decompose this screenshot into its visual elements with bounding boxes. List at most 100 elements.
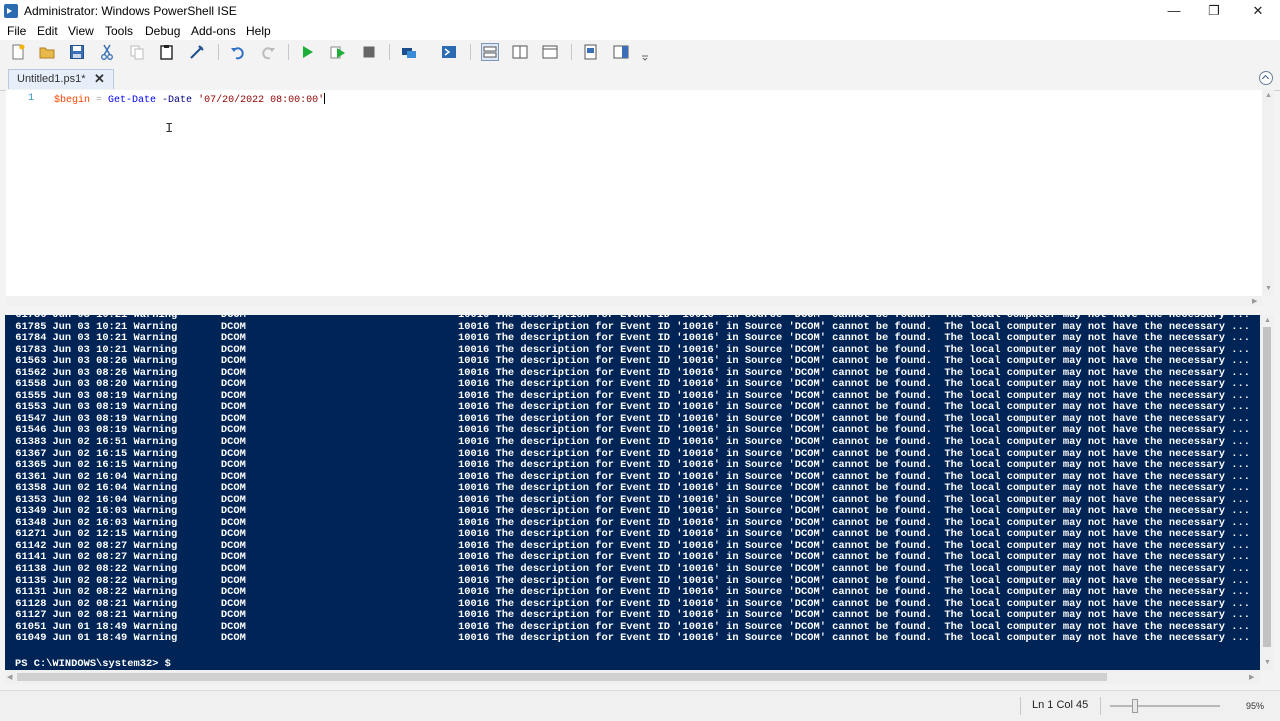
- console-hscroll-thumb[interactable]: [17, 673, 1107, 681]
- script-pane-maximized-icon[interactable]: [541, 43, 559, 61]
- console-msg: The description for Event ID '10016' in …: [495, 332, 1250, 345]
- maximize-button[interactable]: ❐: [1192, 0, 1236, 22]
- console-id: 10016: [458, 586, 490, 599]
- remote-powershell-icon[interactable]: [400, 43, 418, 61]
- console-index: 61784: [15, 332, 47, 345]
- console-pane[interactable]: 61786 Jun 03 10:21 Warning DCOM 10016 The des…: [5, 315, 1260, 670]
- menu-file[interactable]: File: [7, 24, 26, 38]
- scroll-left-icon[interactable]: ◀: [7, 673, 12, 681]
- pane-splitter[interactable]: [0, 306, 1280, 315]
- console-id: 10016: [458, 632, 490, 645]
- menu-help[interactable]: Help: [246, 24, 271, 38]
- save-icon[interactable]: [68, 43, 86, 61]
- console-horizontal-scrollbar[interactable]: ◀ ▶: [5, 670, 1260, 684]
- toolbar-separator: [470, 44, 471, 60]
- minimize-button[interactable]: —: [1152, 0, 1196, 22]
- console-date: Jun 02 16:15: [52, 459, 128, 472]
- console-source: DCOM: [220, 412, 246, 425]
- scroll-up-icon[interactable]: ▲: [1264, 317, 1271, 324]
- script-pane[interactable]: 1 $begin = Get-Date -Date '07/20/2022 08…: [6, 90, 1262, 296]
- undo-icon[interactable]: [229, 43, 247, 61]
- console-date: Jun 03 08:26: [52, 355, 128, 368]
- run-script-icon[interactable]: [298, 43, 316, 61]
- console-source: DCOM: [220, 516, 246, 529]
- start-powershell-icon[interactable]: [440, 43, 458, 61]
- paste-icon[interactable]: [158, 43, 176, 61]
- console-type: Warning: [133, 632, 178, 645]
- redo-icon[interactable]: [259, 43, 277, 61]
- console-source: DCOM: [220, 424, 246, 437]
- script-vertical-scrollbar[interactable]: ▲ ▼: [1262, 90, 1274, 296]
- toolbar-separator: [288, 44, 289, 60]
- copy-icon[interactable]: [128, 43, 146, 61]
- menu-addons[interactable]: Add-ons: [191, 24, 236, 38]
- token-parameter: -Date: [156, 95, 199, 106]
- status-divider: [1100, 697, 1101, 715]
- menu-debug[interactable]: Debug: [145, 24, 180, 38]
- scroll-right-icon[interactable]: ▶: [1252, 297, 1257, 305]
- text-caret: [324, 93, 326, 104]
- console-type: Warning: [133, 586, 178, 599]
- token-operator: =: [90, 95, 109, 106]
- console-scroll-thumb[interactable]: [1263, 327, 1271, 647]
- zoom-slider-thumb[interactable]: [1132, 699, 1138, 713]
- console-msg: The description for Event ID '10016' in …: [495, 436, 1250, 449]
- clear-console-icon[interactable]: [188, 43, 206, 61]
- console-index: 61131: [15, 586, 47, 599]
- console-source: DCOM: [220, 539, 246, 552]
- console-index: 61138: [15, 563, 47, 576]
- console-msg: The description for Event ID '10016' in …: [495, 563, 1250, 576]
- run-selection-icon[interactable]: [329, 43, 347, 61]
- zoom-level: 95%: [1246, 701, 1265, 711]
- script-tab-strip: Untitled1.ps1* ✕: [0, 64, 1280, 91]
- show-command-addon-icon[interactable]: [612, 43, 630, 61]
- console-output: 61786 Jun 03 10:21 Warning DCOM 10016 The des…: [15, 315, 1250, 645]
- console-source: DCOM: [220, 378, 246, 391]
- console-date: Jun 02 16:51: [52, 436, 128, 449]
- console-source: DCOM: [220, 447, 246, 460]
- script-pane-right-icon[interactable]: [511, 43, 529, 61]
- cut-icon[interactable]: [98, 43, 116, 61]
- console-vertical-scrollbar[interactable]: ▲ ▼: [1260, 315, 1274, 670]
- tab-close-icon[interactable]: ✕: [94, 71, 105, 87]
- console-row: 61365 Jun 02 16:15 Warning DCOM 10016 The des…: [15, 460, 1250, 472]
- menu-tools[interactable]: Tools: [105, 24, 133, 38]
- tab-untitled1[interactable]: Untitled1.ps1* ✕: [8, 69, 114, 89]
- console-id: 10016: [458, 332, 490, 345]
- code-line-1[interactable]: $begin = Get-Date -Date '07/20/2022 08:0…: [54, 93, 326, 106]
- menu-bar: File Edit View Tools Debug Add-ons Help: [0, 22, 1280, 40]
- toolbar: [0, 40, 1280, 64]
- scroll-right-icon[interactable]: ▶: [1249, 673, 1254, 681]
- console-msg: The description for Event ID '10016' in …: [495, 632, 1250, 645]
- scroll-down-icon[interactable]: ▼: [1264, 659, 1271, 666]
- menu-edit[interactable]: Edit: [37, 24, 58, 38]
- toolbar-separator: [389, 44, 390, 60]
- console-row: 61049 Jun 01 18:49 Warning DCOM 10016 The des…: [15, 633, 1250, 645]
- console-source: DCOM: [220, 459, 246, 472]
- toolbar-overflow-icon[interactable]: [636, 43, 648, 61]
- title-bar: Administrator: Windows PowerShell ISE — …: [0, 0, 1280, 22]
- cursor-position: Ln 1 Col 45: [1032, 699, 1089, 711]
- scroll-down-icon[interactable]: ▼: [1265, 285, 1272, 292]
- powershell-app-icon: [4, 4, 18, 18]
- console-source: DCOM: [220, 389, 246, 402]
- close-window-button[interactable]: ✕: [1236, 0, 1280, 22]
- console-source: DCOM: [220, 597, 246, 610]
- console-prompt[interactable]: PS C:\WINDOWS\system32> $: [15, 658, 171, 670]
- toolbar-separator: [218, 44, 219, 60]
- stop-icon[interactable]: [360, 43, 378, 61]
- console-index: 61365: [15, 459, 47, 472]
- menu-view[interactable]: View: [68, 24, 94, 38]
- console-source: DCOM: [220, 632, 246, 645]
- zoom-slider-track[interactable]: [1110, 705, 1220, 707]
- collapse-script-pane-icon[interactable]: [1259, 71, 1273, 85]
- scroll-up-icon[interactable]: ▲: [1265, 92, 1272, 99]
- open-folder-icon[interactable]: [38, 43, 56, 61]
- script-pane-top-icon[interactable]: [481, 43, 499, 61]
- console-index: 61383: [15, 436, 47, 449]
- new-file-icon[interactable]: [9, 43, 27, 61]
- console-id: 10016: [458, 459, 490, 472]
- console-row: 61383 Jun 02 16:51 Warning DCOM 10016 The des…: [15, 436, 1250, 449]
- script-horizontal-scrollbar[interactable]: ▶: [6, 296, 1262, 306]
- show-command-window-icon[interactable]: [582, 43, 600, 61]
